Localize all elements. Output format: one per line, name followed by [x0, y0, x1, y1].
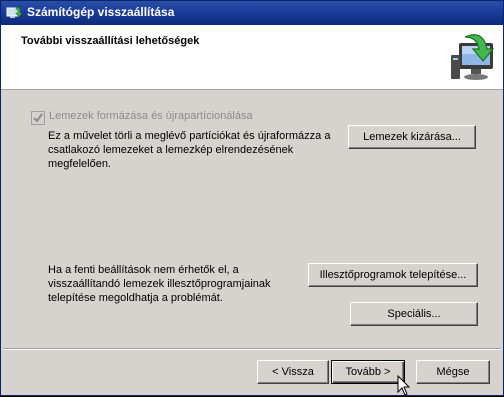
format-disks-checkbox[interactable] — [31, 111, 45, 125]
checkmark-icon — [33, 113, 43, 123]
window-title: Számítógép visszaállítása — [27, 5, 175, 19]
mouse-pointer-icon — [397, 375, 411, 396]
format-disks-label: Lemezek formázása és újrapartícionálása — [49, 110, 253, 122]
wizard-header: További visszaállítási lehetőségek — [1, 25, 503, 90]
footer-divider — [3, 348, 501, 350]
next-button[interactable]: Tovább > — [331, 360, 405, 384]
title-bar[interactable]: Számítógép visszaállítása — [1, 1, 503, 25]
cancel-button[interactable]: Mégse — [416, 360, 490, 384]
page-title: További visszaállítási lehetőségek — [21, 35, 200, 47]
computer-restore-icon — [451, 34, 495, 80]
driver-description: Ha a fenti beállítások nem érhetők el, a… — [48, 264, 271, 304]
wizard-window: Számítógép visszaállítása További vissza… — [0, 0, 504, 396]
advanced-button[interactable]: Speciális... — [350, 302, 478, 326]
exclude-disks-button[interactable]: Lemezek kizárása... — [348, 125, 476, 149]
back-button[interactable]: < Vissza — [257, 360, 329, 384]
install-drivers-button[interactable]: Illesztőprogramok telepítése... — [308, 263, 478, 287]
restore-app-icon — [6, 6, 22, 18]
format-description: Ez a művelet törli a meglévő partíciókat… — [48, 130, 331, 170]
